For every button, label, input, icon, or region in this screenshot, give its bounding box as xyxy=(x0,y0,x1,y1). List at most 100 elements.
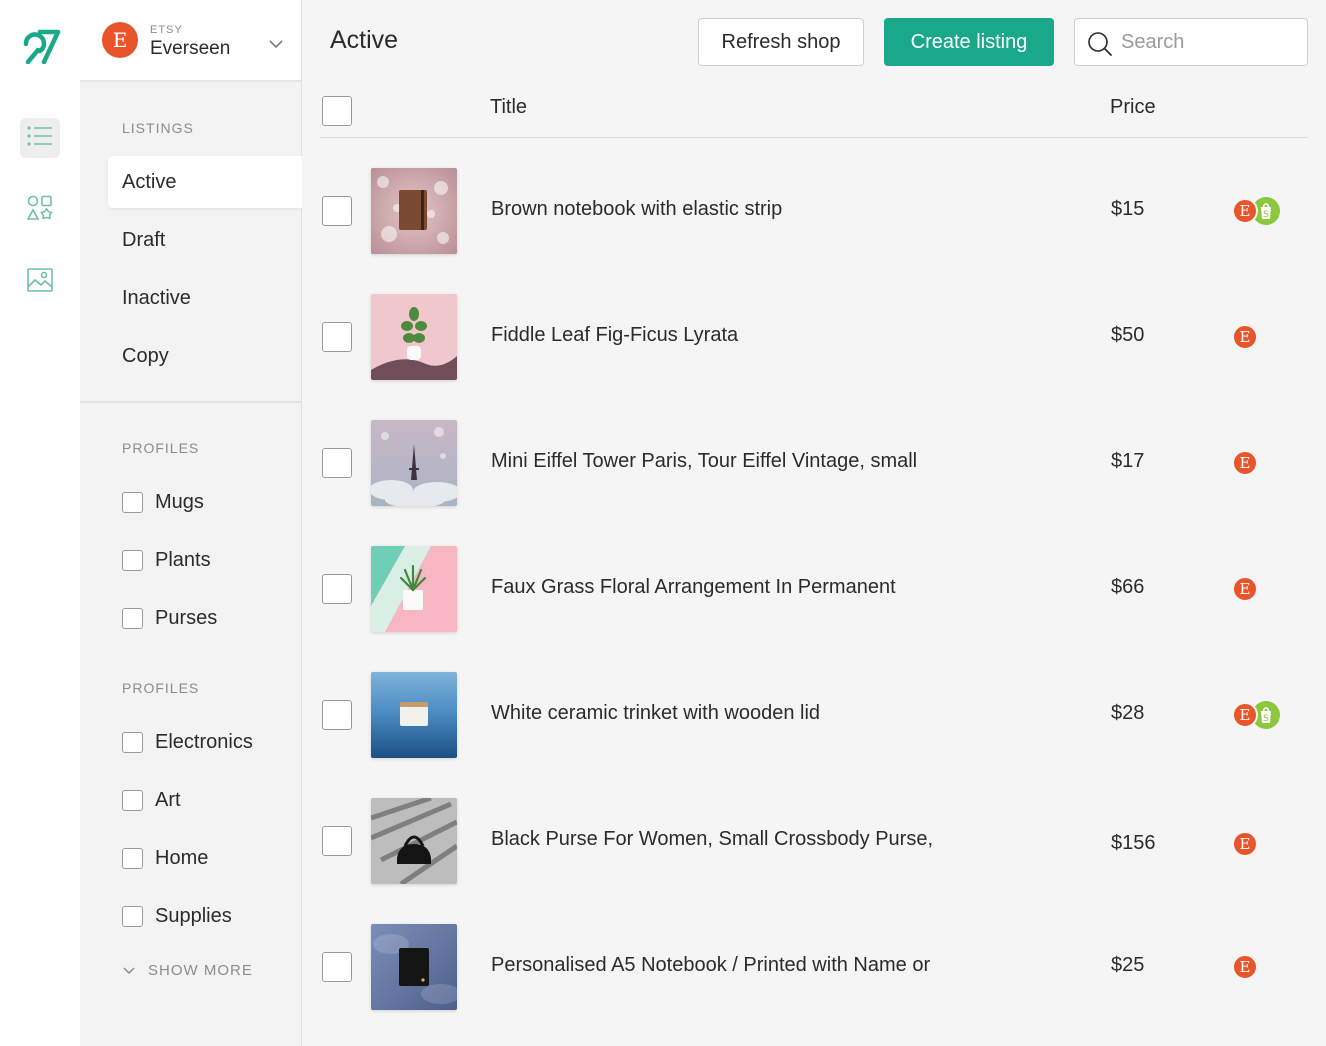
table-row[interactable]: White ceramic trinket with wooden lid $2… xyxy=(320,672,1308,798)
listing-price: $156 xyxy=(1111,832,1156,854)
search-box[interactable] xyxy=(1074,18,1308,66)
row-checkbox[interactable] xyxy=(322,448,352,478)
shop-switcher[interactable]: E ETSY Everseen xyxy=(80,0,301,82)
list-icon xyxy=(27,125,53,152)
profiles-nav-button[interactable] xyxy=(20,190,60,230)
profile-checkbox[interactable] xyxy=(122,789,143,811)
row-checkbox[interactable] xyxy=(322,196,352,226)
profile-checkbox[interactable] xyxy=(122,731,143,753)
profile-item-home[interactable]: Home xyxy=(122,843,208,873)
create-listing-button[interactable]: Create listing xyxy=(884,18,1054,66)
chevron-down-icon xyxy=(122,962,148,979)
image-icon xyxy=(27,267,53,297)
search-input[interactable] xyxy=(1121,27,1301,57)
row-checkbox[interactable] xyxy=(322,574,352,604)
profile-label: Art xyxy=(155,788,181,811)
main-content: Active Refresh shop Create listing Title… xyxy=(302,0,1326,1046)
page-title: Active xyxy=(330,26,399,54)
profile-checkbox[interactable] xyxy=(122,847,143,869)
sidebar-item-active[interactable]: Active xyxy=(108,156,308,208)
etsy-icon: E xyxy=(1232,954,1258,980)
channel-badges: E xyxy=(1232,324,1258,350)
listing-price: $17 xyxy=(1111,450,1145,472)
etsy-icon: E xyxy=(1232,702,1258,728)
profile-label: Purses xyxy=(155,606,218,629)
listing-title[interactable]: Mini Eiffel Tower Paris, Tour Eiffel Vin… xyxy=(491,450,917,473)
product-thumbnail[interactable] xyxy=(371,420,457,506)
svg-text:S: S xyxy=(1263,714,1269,724)
column-header-price[interactable]: Price xyxy=(1110,96,1156,119)
table-row[interactable]: Mini Eiffel Tower Paris, Tour Eiffel Vin… xyxy=(320,420,1308,546)
column-header-title[interactable]: Title xyxy=(490,96,527,119)
channel-badges: E xyxy=(1232,450,1258,476)
listing-title[interactable]: Black Purse For Women, Small Crossbody P… xyxy=(491,828,933,851)
listing-title[interactable]: Brown notebook with elastic strip xyxy=(491,198,782,221)
refresh-shop-button[interactable]: Refresh shop xyxy=(698,18,864,66)
listings-heading: LISTINGS xyxy=(122,120,194,136)
table-row[interactable]: Black Purse For Women, Small Crossbody P… xyxy=(320,798,1308,924)
profiles-heading: PROFILES xyxy=(122,680,200,696)
profile-checkbox[interactable] xyxy=(122,491,143,513)
table-row[interactable]: Fiddle Leaf Fig-Ficus Lyrata $50 E xyxy=(320,294,1308,420)
profile-item-plants[interactable]: Plants xyxy=(122,545,211,575)
sidebar-item-inactive[interactable]: Inactive xyxy=(108,272,302,324)
profile-checkbox[interactable] xyxy=(122,549,143,571)
listing-price: $66 xyxy=(1111,576,1145,598)
profile-label: Mugs xyxy=(155,490,204,513)
product-thumbnail[interactable] xyxy=(371,672,457,758)
row-checkbox[interactable] xyxy=(322,952,352,982)
product-thumbnail[interactable] xyxy=(371,168,457,254)
etsy-icon: E xyxy=(1232,831,1258,857)
profile-label: Electronics xyxy=(155,730,253,753)
etsy-icon: E xyxy=(1232,198,1258,224)
channel-badges: E S xyxy=(1232,197,1280,225)
profile-label: Home xyxy=(155,846,209,869)
listing-price: $28 xyxy=(1111,702,1145,724)
listing-title[interactable]: Fiddle Leaf Fig-Ficus Lyrata xyxy=(491,324,738,347)
product-thumbnail[interactable] xyxy=(371,294,457,380)
row-checkbox[interactable] xyxy=(322,826,352,856)
shop-platform: ETSY xyxy=(150,24,183,36)
listings-nav-button[interactable] xyxy=(20,118,60,158)
app-logo-icon[interactable] xyxy=(18,24,64,65)
channel-badges: E xyxy=(1232,954,1258,980)
show-more-button[interactable]: SHOW MORE xyxy=(122,962,253,979)
row-checkbox[interactable] xyxy=(322,700,352,730)
profile-item-supplies[interactable]: Supplies xyxy=(122,901,232,931)
profile-item-purses[interactable]: Purses xyxy=(122,603,217,633)
product-thumbnail[interactable] xyxy=(371,924,457,1010)
profile-item-mugs[interactable]: Mugs xyxy=(122,487,204,517)
table-row[interactable]: Personalised A5 Notebook / Printed with … xyxy=(320,924,1308,1046)
listing-price: $50 xyxy=(1111,324,1145,346)
profile-checkbox[interactable] xyxy=(122,607,143,629)
product-thumbnail[interactable] xyxy=(371,546,457,632)
etsy-icon: E xyxy=(1232,324,1258,350)
sidebar-item-draft[interactable]: Draft xyxy=(108,214,302,266)
profile-checkbox[interactable] xyxy=(122,905,143,927)
show-more-label: SHOW MORE xyxy=(148,962,253,979)
listing-price: $15 xyxy=(1111,198,1145,220)
shop-badge: E xyxy=(102,22,138,58)
listing-price: $25 xyxy=(1111,954,1145,976)
select-all-checkbox[interactable] xyxy=(322,96,352,126)
row-checkbox[interactable] xyxy=(322,322,352,352)
profile-item-electronics[interactable]: Electronics xyxy=(122,727,253,757)
listing-title[interactable]: Personalised A5 Notebook / Printed with … xyxy=(491,954,930,977)
chevron-down-icon[interactable] xyxy=(268,36,284,54)
sidebar-item-copy[interactable]: Copy xyxy=(108,330,302,382)
table-row[interactable]: Faux Grass Floral Arrangement In Permane… xyxy=(320,546,1308,672)
profile-item-art[interactable]: Art xyxy=(122,785,181,815)
profile-label: Plants xyxy=(155,548,211,571)
etsy-icon: E xyxy=(1232,450,1258,476)
sidebar: E ETSY Everseen LISTINGS Active Draft In… xyxy=(80,0,308,1046)
svg-text:S: S xyxy=(1263,210,1269,220)
media-nav-button[interactable] xyxy=(20,262,60,302)
product-thumbnail[interactable] xyxy=(371,798,457,884)
channel-badges: E S xyxy=(1232,701,1280,729)
sidebar-divider xyxy=(80,401,301,403)
profiles-heading: PROFILES xyxy=(122,440,200,456)
shapes-icon xyxy=(26,195,53,226)
listing-title[interactable]: White ceramic trinket with wooden lid xyxy=(491,702,820,725)
table-row[interactable]: Brown notebook with elastic strip $15 E … xyxy=(320,168,1308,294)
listing-title[interactable]: Faux Grass Floral Arrangement In Permane… xyxy=(491,576,896,599)
